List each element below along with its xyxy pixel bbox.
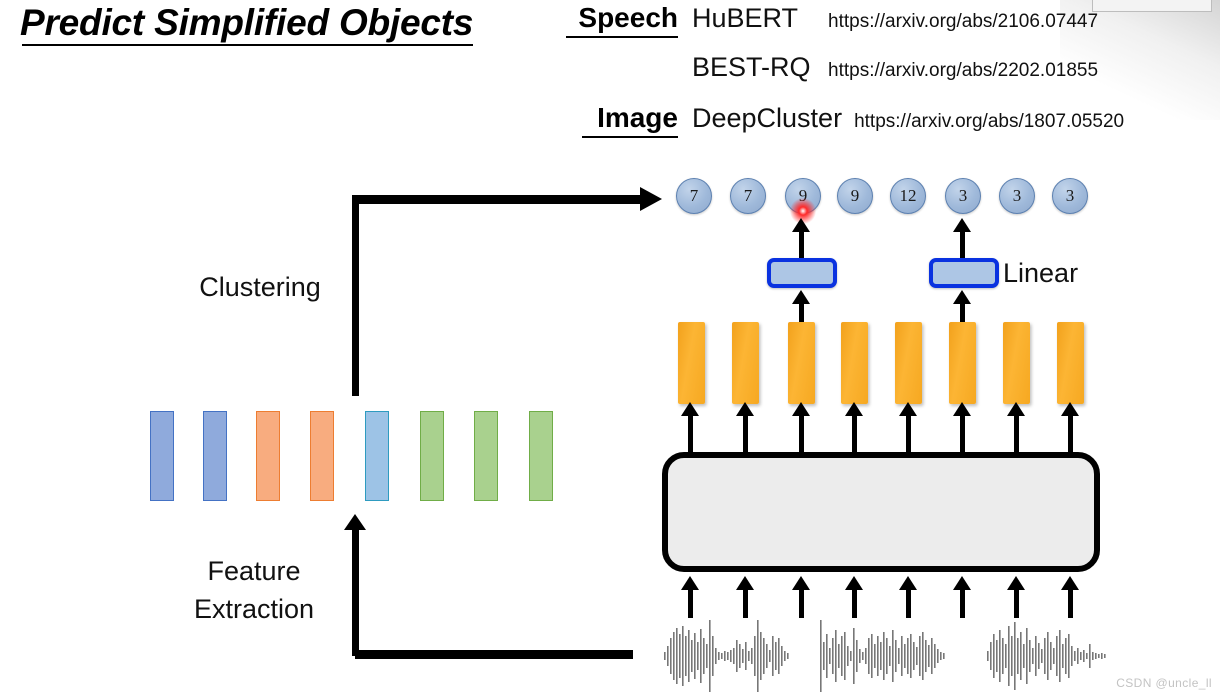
cluster-token: 3: [999, 178, 1035, 214]
arrow-input-to-encoder: [1068, 586, 1073, 618]
cluster-token: 7: [730, 178, 766, 214]
arrowhead-up-icon: [953, 402, 971, 416]
reference-domain-underline: [566, 36, 678, 38]
hidden-state-bar: [1003, 322, 1030, 404]
hidden-state-bar: [949, 322, 976, 404]
feature-bar: [529, 411, 553, 501]
reference-url[interactable]: https://arxiv.org/abs/1807.05520: [842, 111, 1124, 133]
reference-list: Speech HuBERT https://arxiv.org/abs/2106…: [556, 2, 1216, 152]
reference-domain-label: Speech: [578, 2, 678, 33]
feature-bar: [203, 411, 227, 501]
audio-waveform: [820, 620, 945, 692]
arrowhead-up-icon: [681, 576, 699, 590]
page-title-text: Predict Simplified Objects: [20, 2, 474, 43]
audio-waveform: [664, 620, 789, 692]
arrow-encoder-to-hidden: [1068, 412, 1073, 452]
arrowhead-up-icon: [681, 402, 699, 416]
clustering-path-horizontal: [352, 195, 644, 204]
arrowhead-up-icon: [1007, 402, 1025, 416]
hidden-state-bar: [841, 322, 868, 404]
arrow-input-to-encoder: [1014, 586, 1019, 618]
arrowhead-up-icon: [1061, 402, 1079, 416]
arrowhead-up-icon: [792, 290, 810, 304]
reference-model-name: BEST-RQ: [692, 52, 811, 82]
reference-row: Image DeepCluster https://arxiv.org/abs/…: [556, 102, 1216, 152]
feature-bar: [474, 411, 498, 501]
arrow-encoder-to-hidden: [799, 412, 804, 452]
feature-bar: [256, 411, 280, 501]
arrowhead-up-icon: [845, 402, 863, 416]
watermark: CSDN @uncle_ll: [1116, 676, 1212, 690]
reference-row: Speech HuBERT https://arxiv.org/abs/2106…: [556, 2, 1216, 52]
feature-extraction-path-horizontal: [355, 650, 633, 659]
reference-url[interactable]: https://arxiv.org/abs/2202.01855: [816, 60, 1098, 82]
hidden-state-bar: [732, 322, 759, 404]
linear-projection-box: [929, 258, 999, 288]
arrow-input-to-encoder: [906, 586, 911, 618]
arrowhead-right-icon: [640, 187, 662, 211]
arrowhead-up-icon: [344, 514, 366, 530]
cluster-token: 3: [945, 178, 981, 214]
arrow-input-to-encoder: [743, 586, 748, 618]
reference-domain: Speech: [556, 2, 678, 38]
page-title: Predict Simplified Objects: [20, 2, 474, 46]
reference-domain: Image: [556, 102, 678, 138]
arrowhead-up-icon: [736, 402, 754, 416]
encoder-block: [662, 452, 1100, 572]
arrow-encoder-to-hidden: [906, 412, 911, 452]
arrowhead-up-icon: [845, 576, 863, 590]
hidden-state-bar: [678, 322, 705, 404]
arrowhead-up-icon: [792, 218, 810, 232]
arrowhead-up-icon: [792, 402, 810, 416]
hidden-state-bar: [788, 322, 815, 404]
cluster-token: 12: [890, 178, 926, 214]
reference-model-name: HuBERT: [692, 3, 799, 33]
reference-row: BEST-RQ https://arxiv.org/abs/2202.01855: [556, 52, 1216, 102]
arrowhead-up-icon: [899, 576, 917, 590]
arrow-input-to-encoder: [799, 586, 804, 618]
reference-domain-underline: [582, 136, 678, 138]
feature-extraction-label: Feature Extraction: [193, 556, 315, 625]
arrow-encoder-to-hidden: [688, 412, 693, 452]
feature-bar: [310, 411, 334, 501]
hidden-state-bar: [895, 322, 922, 404]
arrow-linear-to-token: [960, 228, 965, 260]
feature-bar: [150, 411, 174, 501]
cluster-token: 3: [1052, 178, 1088, 214]
arrow-input-to-encoder: [960, 586, 965, 618]
cluster-token: 9: [837, 178, 873, 214]
arrow-encoder-to-hidden: [852, 412, 857, 452]
arrowhead-up-icon: [899, 402, 917, 416]
arrowhead-up-icon: [953, 290, 971, 304]
cluster-token: 7: [676, 178, 712, 214]
clustering-label: Clustering: [199, 272, 321, 302]
arrow-encoder-to-hidden: [1014, 412, 1019, 452]
feature-bar: [420, 411, 444, 501]
slide-canvas: Predict Simplified Objects Speech HuBERT…: [0, 0, 1220, 697]
arrowhead-up-icon: [736, 576, 754, 590]
arrow-input-to-encoder: [852, 586, 857, 618]
arrowhead-up-icon: [953, 218, 971, 232]
audio-waveform: [987, 622, 1106, 690]
reference-domain-label: Image: [597, 102, 678, 133]
reference-url[interactable]: https://arxiv.org/abs/2106.07447: [816, 11, 1098, 33]
title-underline: [22, 44, 474, 46]
hidden-state-bar: [1057, 322, 1084, 404]
arrow-encoder-to-hidden: [743, 412, 748, 452]
arrow-linear-to-token: [799, 228, 804, 260]
arrow-encoder-to-hidden: [960, 412, 965, 452]
reference-model-name: DeepCluster: [692, 103, 843, 133]
linear-label: Linear: [1003, 258, 1079, 288]
arrowhead-up-icon: [953, 576, 971, 590]
feature-bar: [365, 411, 389, 501]
arrowhead-up-icon: [1061, 576, 1079, 590]
linear-projection-box: [767, 258, 837, 288]
arrow-input-to-encoder: [688, 586, 693, 618]
arrowhead-up-icon: [792, 576, 810, 590]
arrowhead-up-icon: [1007, 576, 1025, 590]
